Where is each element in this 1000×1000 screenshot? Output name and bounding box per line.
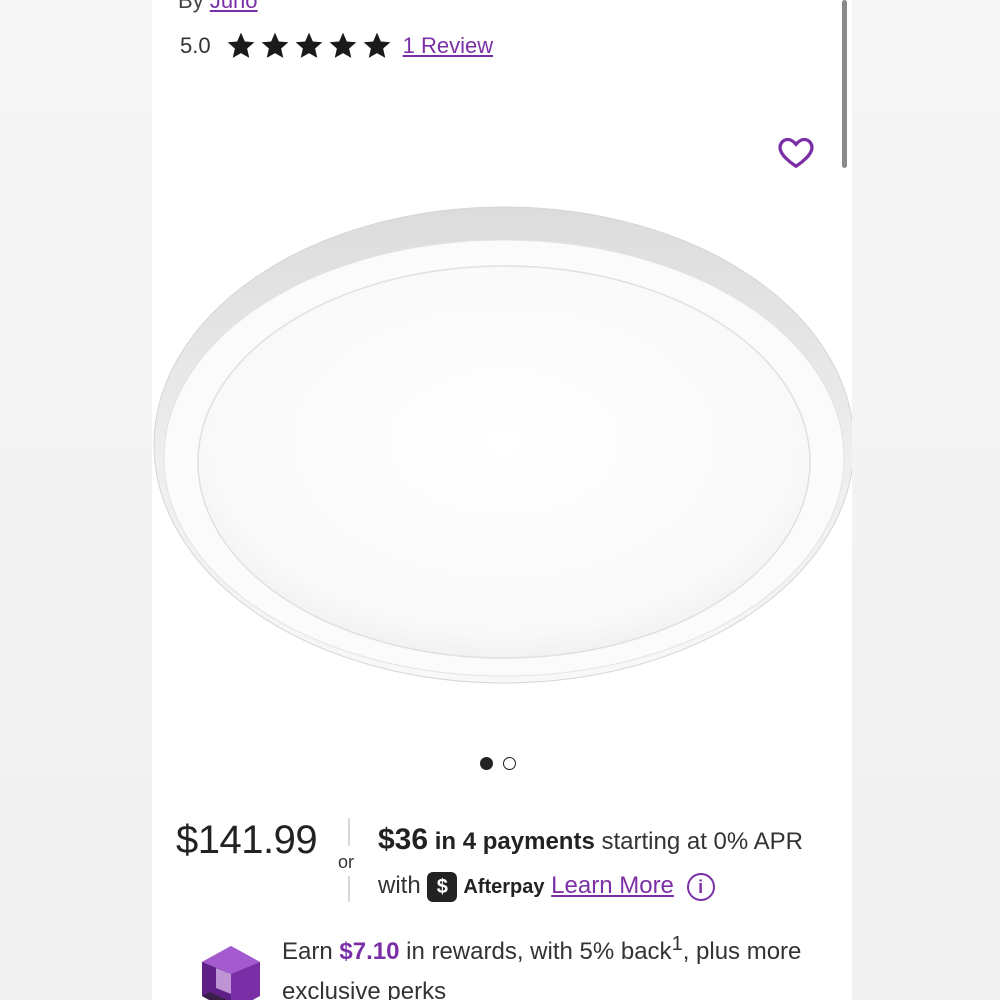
star-icon xyxy=(261,32,288,58)
gem-icon xyxy=(202,946,260,1000)
rewards-prefix: Earn xyxy=(282,938,333,965)
rewards-middle: in rewards, with 5% back xyxy=(406,938,672,965)
afterpay-label: Afterpay xyxy=(463,875,545,898)
price: $141.99 xyxy=(176,818,318,862)
star-rating xyxy=(225,30,393,62)
installment-rest: starting at 0% xyxy=(601,828,749,855)
pagination-dot-active[interactable] xyxy=(480,757,493,770)
brand-line: By Juno xyxy=(178,0,258,14)
rewards-footnote: 1 xyxy=(671,933,683,955)
pagination-dot[interactable] xyxy=(503,757,516,770)
divider xyxy=(348,818,350,846)
afterpay-logo: $ Afterpay xyxy=(427,865,545,909)
star-icon xyxy=(329,32,356,58)
background-left xyxy=(0,0,152,1000)
star-icon xyxy=(295,32,322,58)
review-link[interactable]: 1 Review xyxy=(403,33,493,59)
rewards-text: Earn $7.10 in rewards, with 5% back1, pl… xyxy=(282,924,802,1000)
heart-icon[interactable] xyxy=(776,132,816,172)
or-label: or xyxy=(338,852,355,872)
image-pagination xyxy=(480,757,516,770)
brand-link[interactable]: Juno xyxy=(210,0,258,13)
rewards-amount: $7.10 xyxy=(339,938,400,965)
afterpay-icon: $ xyxy=(427,871,458,902)
by-prefix: By xyxy=(178,0,204,13)
product-image[interactable] xyxy=(152,200,852,690)
rating-value: 5.0 xyxy=(180,33,211,58)
scrollbar[interactable] xyxy=(842,0,847,168)
star-icon xyxy=(363,32,390,58)
installment-text: in 4 payments xyxy=(434,828,595,855)
rating-row: 5.0 1 Review xyxy=(180,30,493,62)
installment-amount: $36 xyxy=(378,823,429,856)
background-right xyxy=(852,0,1000,1000)
afterpay-offer: $36 in 4 payments starting at 0% APR wit… xyxy=(378,818,838,909)
info-icon[interactable]: i xyxy=(686,872,715,901)
learn-more-link[interactable]: Learn More xyxy=(551,872,674,899)
divider xyxy=(348,876,350,902)
product-panel: By Juno 5.0 1 Review $141.99 or $36 in 4… xyxy=(152,0,852,1000)
star-icon xyxy=(227,32,254,58)
